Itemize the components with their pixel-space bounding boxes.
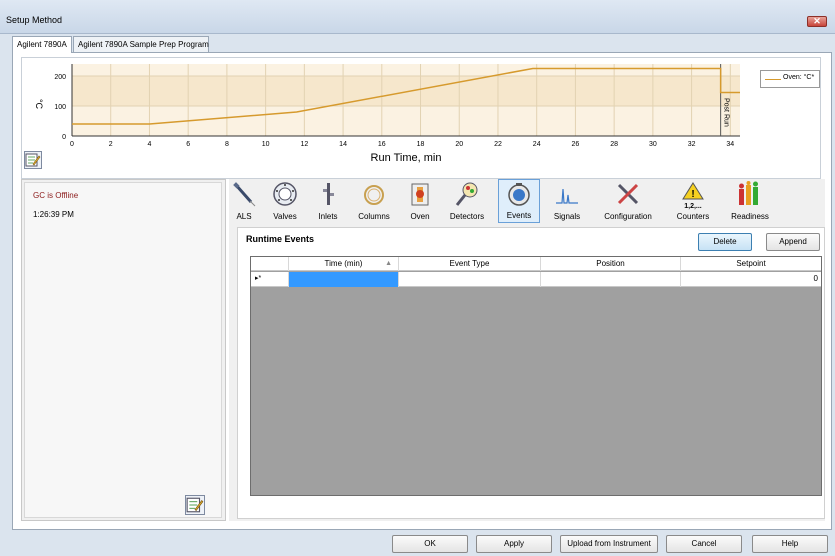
valve-icon	[273, 182, 297, 206]
x-tick-label: 14	[339, 141, 347, 148]
apply-button[interactable]: Apply	[476, 535, 552, 553]
toolbar-events[interactable]: Events	[498, 179, 540, 223]
syringe-icon	[233, 182, 256, 207]
x-tick-label: 0	[70, 141, 74, 148]
legend-swatch	[765, 79, 781, 80]
gc-status: GC is Offline	[33, 191, 79, 200]
upload-button[interactable]: Upload from Instrument	[560, 535, 658, 553]
title-bar: Setup Method ✕	[0, 0, 835, 34]
oven-profile-chart: 0 2 4 6 8 10 12 14 16 18 20 22 24 26 28 30 32 34 0 100 200 Ru…	[21, 57, 821, 179]
tab-agilent-7890a[interactable]: Agilent 7890A	[12, 36, 72, 53]
sort-ascending-icon: ▲	[385, 260, 392, 267]
inlet-icon	[323, 183, 334, 205]
status-inner: GC is Offline 1:26:39 PM	[24, 182, 222, 518]
events-grid: Time (min) ▲ Event Type Position Setpoin…	[250, 256, 822, 496]
runtime-events-panel: Runtime Events Delete Append Time (min) …	[237, 227, 825, 519]
x-axis-label: Run Time, min	[371, 152, 442, 164]
grid-header: Time (min) ▲ Event Type Position Setpoin…	[251, 257, 821, 271]
x-tick-label: 16	[378, 141, 386, 148]
x-tick-label: 34	[726, 141, 734, 148]
status-time: 1:26:39 PM	[33, 210, 74, 219]
toolbar-valves[interactable]: Valves	[267, 179, 303, 223]
edit-notes-icon[interactable]	[185, 495, 205, 515]
column-header-position[interactable]: Position	[541, 257, 681, 271]
x-tick-label: 30	[649, 141, 657, 148]
delete-button[interactable]: Delete	[698, 233, 752, 251]
configuration-icon	[617, 183, 639, 205]
window-title: Setup Method	[6, 15, 63, 25]
x-tick-label: 6	[186, 141, 190, 148]
column-header-event-type[interactable]: Event Type	[399, 257, 541, 271]
x-tick-label: 8	[225, 141, 229, 148]
cancel-button[interactable]: Cancel	[666, 535, 742, 553]
x-tick-label: 28	[610, 141, 618, 148]
method-frame: 0 2 4 6 8 10 12 14 16 18 20 22 24 26 28 30 32 34 0 100 200 Ru…	[12, 52, 832, 530]
cell-event-type[interactable]	[399, 272, 541, 287]
svg-text:!: !	[691, 189, 694, 200]
close-icon: ✕	[813, 16, 821, 26]
config-pane: ALS Valves Inlets Columns Oven Detectors…	[229, 179, 825, 521]
toolbar-configuration[interactable]: Configuration	[593, 179, 663, 223]
table-row[interactable]: ▸* 0	[251, 272, 821, 287]
toolbar-als[interactable]: ALS	[229, 179, 259, 223]
legend-label: Oven: °C*	[783, 74, 815, 81]
x-tick-label: 18	[417, 141, 425, 148]
column-icon	[364, 185, 384, 205]
toolbar-inlets[interactable]: Inlets	[311, 179, 345, 223]
tab-sample-prep-program[interactable]: Agilent 7890A Sample Prep Program	[73, 36, 209, 52]
x-tick-label: 10	[262, 141, 270, 148]
post-run-label: Post Run	[723, 98, 730, 127]
column-header-setpoint[interactable]: Setpoint	[681, 257, 821, 271]
dialog-button-bar: OK Apply Upload from Instrument Cancel H…	[0, 530, 835, 556]
toolbar-detectors[interactable]: Detectors	[443, 179, 491, 223]
x-tick-label: 2	[109, 141, 113, 148]
ok-button[interactable]: OK	[392, 535, 468, 553]
signals-icon	[556, 188, 578, 204]
toolbar-columns[interactable]: Columns	[353, 179, 395, 223]
counters-sublabel: 1,2,...	[684, 203, 702, 210]
oven-icon	[411, 183, 429, 206]
cell-position[interactable]	[541, 272, 681, 287]
y-tick-label: 0	[62, 134, 66, 141]
edit-method-icon[interactable]	[24, 151, 42, 169]
detector-icon	[455, 182, 478, 206]
x-tick-label: 20	[455, 141, 463, 148]
y-tick-label: 200	[54, 74, 66, 81]
x-tick-label: 24	[533, 141, 541, 148]
chart-legend: Oven: °C*	[760, 70, 820, 88]
x-tick-label: 22	[494, 141, 502, 148]
x-tick-label: 4	[147, 141, 151, 148]
help-button[interactable]: Help	[752, 535, 828, 553]
row-marker-icon: ▸*	[251, 272, 289, 287]
column-header-time[interactable]: Time (min) ▲	[289, 257, 399, 271]
readiness-icon	[739, 181, 758, 205]
plot-band	[72, 76, 740, 106]
x-tick-label: 26	[572, 141, 580, 148]
status-pane: GC is Offline 1:26:39 PM	[21, 179, 226, 521]
row-header-corner	[251, 257, 289, 271]
cell-setpoint[interactable]: 0	[681, 272, 821, 287]
toolbar-oven[interactable]: Oven	[405, 179, 435, 223]
chart-canvas: 0 2 4 6 8 10 12 14 16 18 20 22 24 26 28 30 32 340100200Ru…	[34, 64, 740, 164]
append-button[interactable]: Append	[766, 233, 820, 251]
toolbar-readiness[interactable]: Readiness	[725, 179, 775, 223]
panel-title: Runtime Events	[246, 234, 315, 244]
y-tick-label: 100	[54, 104, 66, 111]
x-tick-label: 32	[688, 141, 696, 148]
events-icon	[508, 183, 530, 206]
toolbar-signals[interactable]: Signals	[547, 179, 587, 223]
close-button[interactable]: ✕	[807, 16, 827, 27]
x-tick-label: 12	[300, 141, 308, 148]
y-axis-label: °C	[34, 99, 44, 110]
toolbar-counters[interactable]: ! 1,2,... Counters	[671, 179, 715, 223]
cell-time[interactable]	[289, 272, 399, 287]
